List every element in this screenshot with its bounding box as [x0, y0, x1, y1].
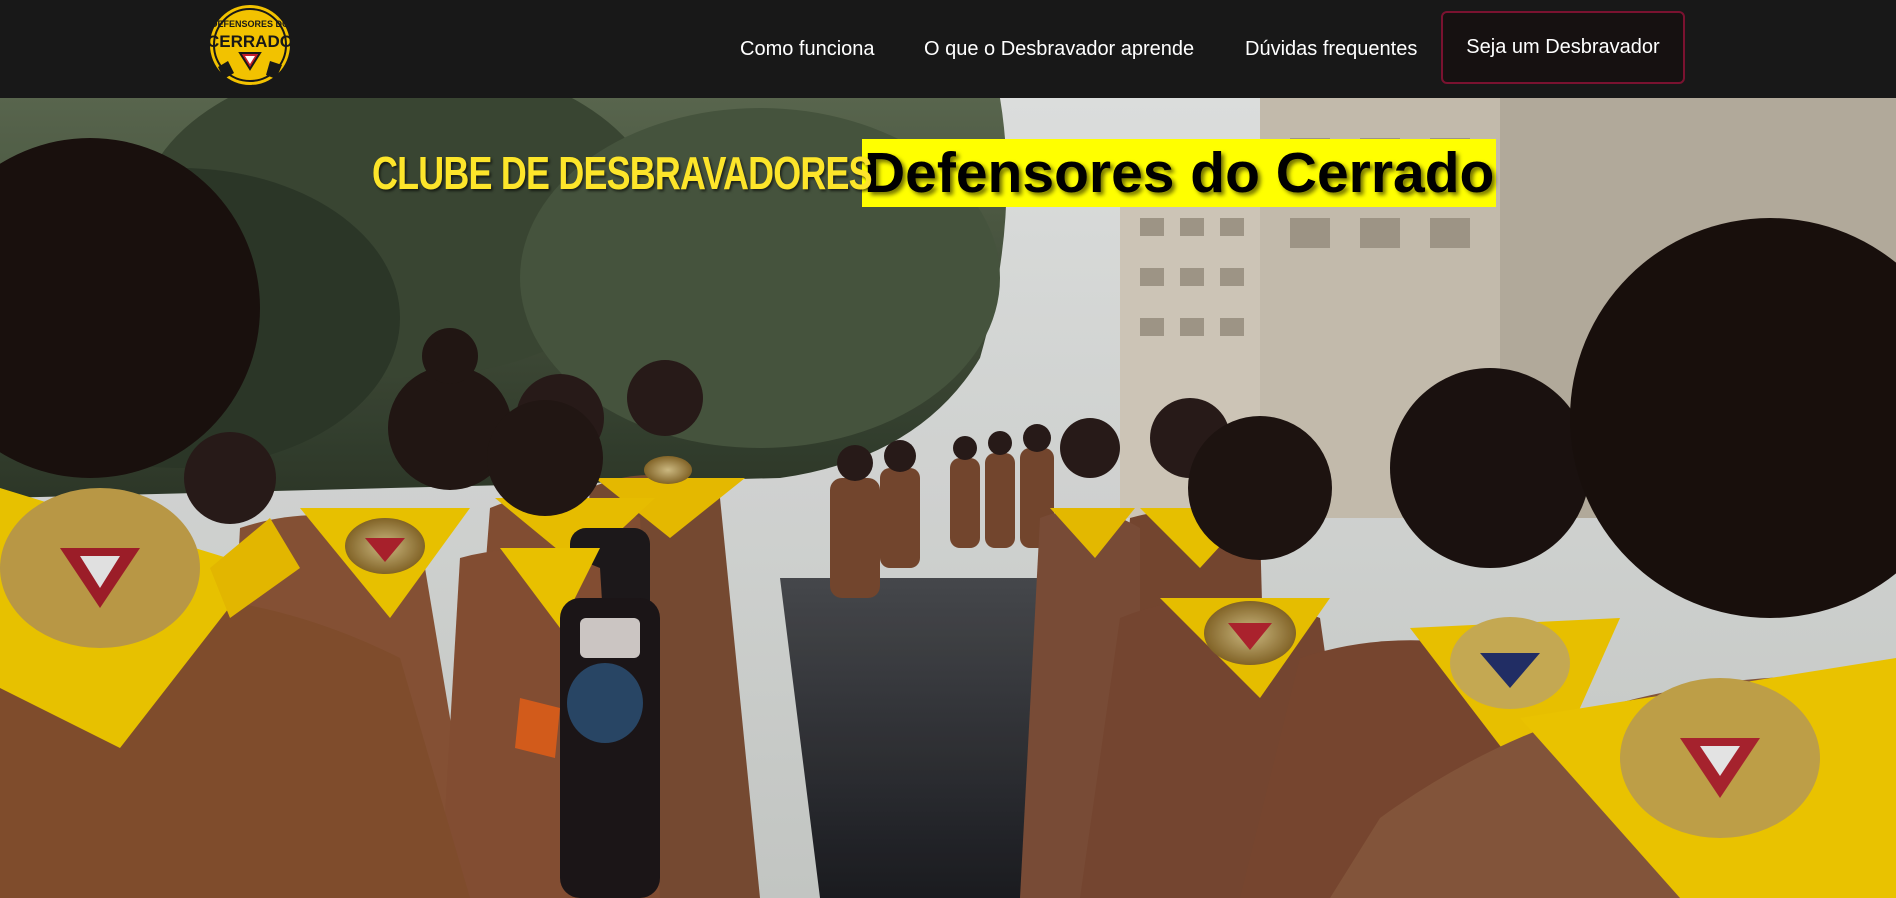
nav-duvidas-frequentes[interactable]: Dúvidas frequentes	[1245, 0, 1417, 98]
hero-photo	[0, 98, 1896, 898]
top-navigation-bar: DEFENSORES DO CERRADO Como funciona O qu…	[0, 0, 1896, 98]
logo-text-top: DEFENSORES DO	[211, 19, 289, 29]
club-logo[interactable]: DEFENSORES DO CERRADO	[200, 3, 300, 97]
hero-banner: CLUBE DE DESBRAVADORES Defensores do Cer…	[0, 98, 1896, 898]
logo-text-main: CERRADO	[207, 32, 293, 51]
nav-o-que-aprende[interactable]: O que o Desbravador aprende	[924, 0, 1194, 98]
hero-headline: CLUBE DE DESBRAVADORES Defensores do Cer…	[372, 138, 1497, 208]
join-cta-button[interactable]: Seja um Desbravador	[1441, 11, 1685, 84]
headline-club-name: Defensores do Cerrado	[862, 139, 1497, 207]
nav-como-funciona[interactable]: Como funciona	[740, 0, 875, 98]
headline-club-label: CLUBE DE DESBRAVADORES	[372, 147, 873, 199]
